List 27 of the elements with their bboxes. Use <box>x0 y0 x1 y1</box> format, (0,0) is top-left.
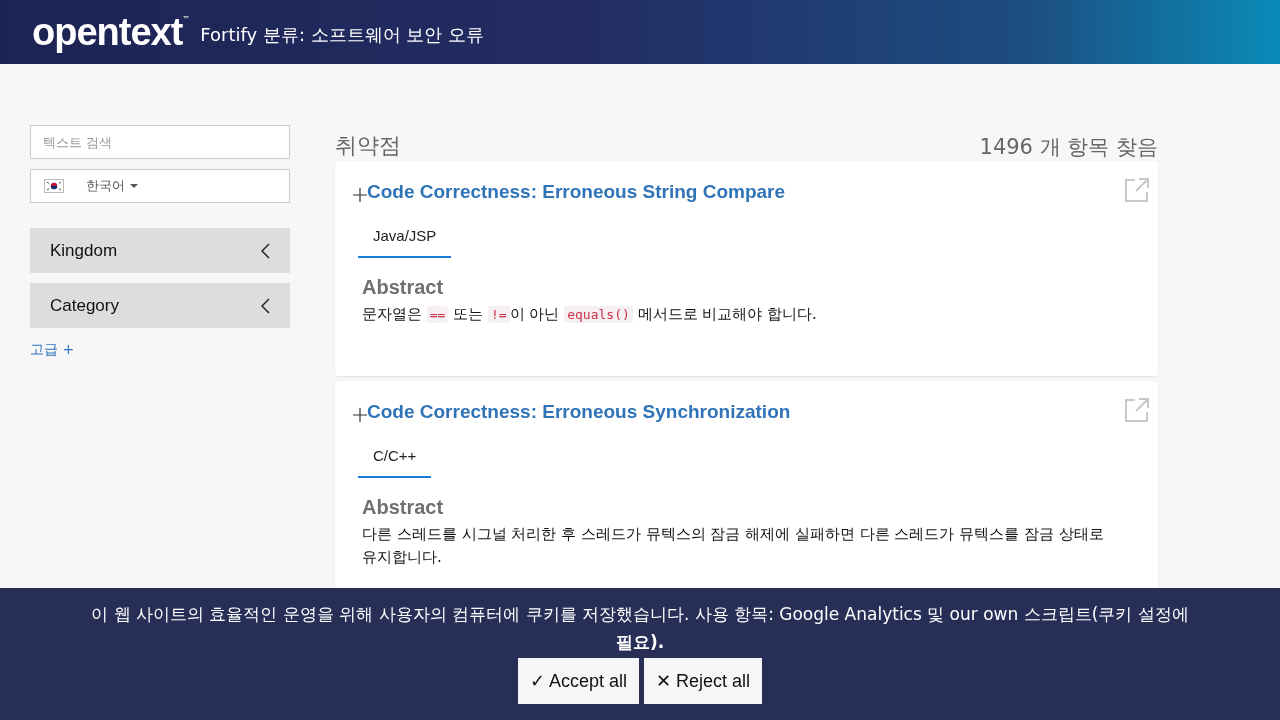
trademark: ™ <box>182 15 191 24</box>
language-tab[interactable]: Java/JSP <box>358 217 452 258</box>
abstract-text: 다른 스레드를 시그널 처리한 후 스레드가 뮤텍스의 잠금 해제에 실패하면 다른 스레드가 뮤텍스를 잠금 상태로 유지합니다. <box>362 524 1105 568</box>
consent-button[interactable]: ✕ Reject all <box>644 658 763 704</box>
abstract-heading: Abstract <box>362 276 445 299</box>
result-count: 1496 개 항목 찾음 <box>979 134 1158 161</box>
language-select[interactable]: 한국어 <box>30 169 290 203</box>
plus-icon[interactable] <box>353 408 367 422</box>
result-title-link[interactable]: Code Correctness: Erroneous String Compare <box>367 181 786 203</box>
result-title-link[interactable]: Code Correctness: Erroneous Synchronization <box>367 401 791 423</box>
abstract-heading: Abstract <box>362 496 445 519</box>
filter-panel-header[interactable]: Kingdom <box>30 228 290 273</box>
chevron-left-icon <box>261 242 270 259</box>
consent-button[interactable]: ✓ Accept all <box>517 658 639 704</box>
abstract-text: 문자열은 == 또는 != 이 아닌 equals() 메서드로 비교해야 합니다. <box>362 304 818 325</box>
cookie-message: 이 웹 사이트의 효율적인 운영을 위해 사용자의 컴퓨터에 쿠키를 저장했습니다. 사용 항목: Google Analytics 및 our own 스크립트(쿠키 설정에 필요). <box>90 603 1190 654</box>
filter-panel-header[interactable]: Category <box>30 283 290 328</box>
advanced-link[interactable]: 고급 + <box>30 341 75 359</box>
flag-icon <box>44 179 64 193</box>
caret-icon <box>130 184 138 188</box>
logo[interactable]: opentext <box>32 13 183 51</box>
chevron-left-icon <box>261 297 270 314</box>
section-heading: 취약점 <box>335 132 401 160</box>
search-field[interactable]: 텍스트 검색 <box>30 125 290 159</box>
site-title: Fortify 분류: 소프트웨어 보안 오류 <box>200 23 485 47</box>
plus-icon[interactable] <box>353 188 367 202</box>
language-tab[interactable]: C/C++ <box>358 437 432 478</box>
